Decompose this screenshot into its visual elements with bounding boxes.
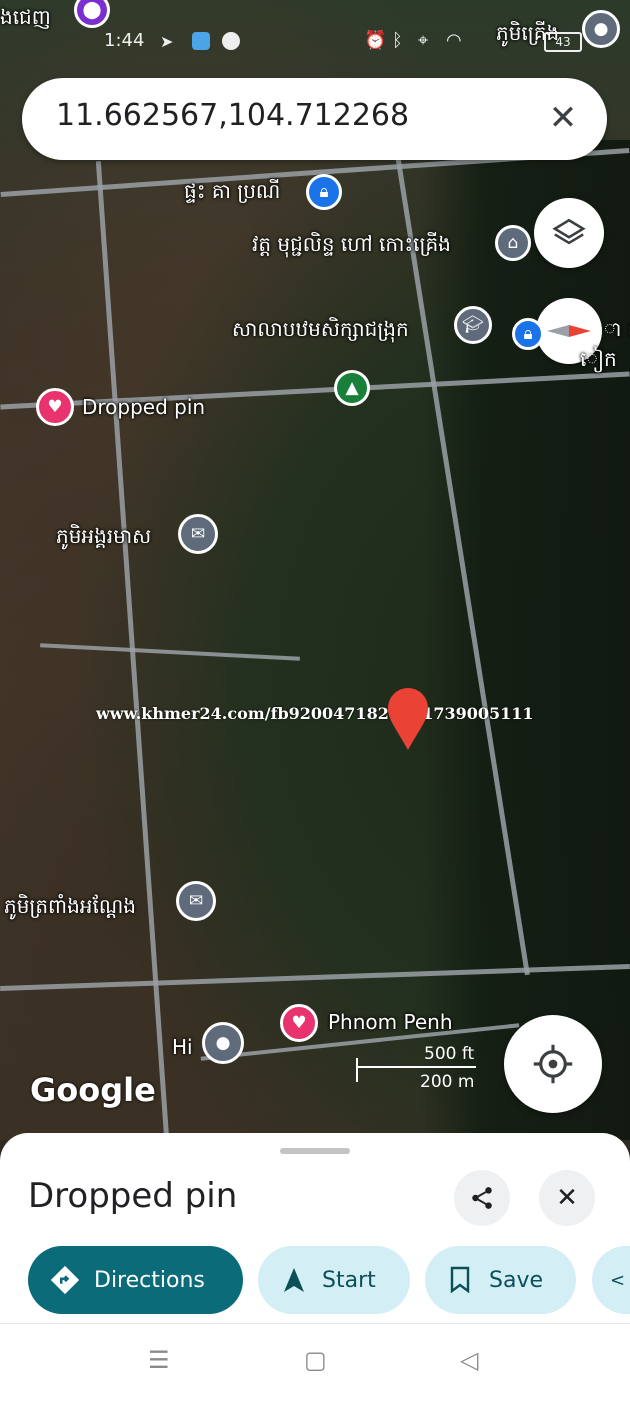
school-icon[interactable]: 🎓︎ (454, 306, 492, 344)
share-icon: < (610, 1269, 626, 1291)
road (40, 643, 300, 661)
clear-search-icon[interactable]: ✕ (541, 96, 585, 140)
search-query[interactable]: 11.662567,104.712268 (56, 98, 409, 133)
place-icon[interactable]: ● (202, 1022, 244, 1064)
wifi-icon: ◠ (446, 30, 462, 51)
save-button[interactable]: Save (425, 1246, 576, 1314)
search-bar[interactable]: 11.662567,104.712268 ✕ (22, 78, 607, 160)
navigation-arrow-icon (284, 1268, 304, 1292)
back-icon[interactable]: ◁ (460, 1346, 478, 1374)
map-label-hi: Hi (172, 1035, 193, 1059)
map-vegetation-area (420, 140, 630, 1140)
bookmark-icon (450, 1266, 470, 1294)
recent-apps-icon[interactable]: ☰ (148, 1346, 170, 1374)
scale-tick (356, 1058, 358, 1082)
location-icon: ⌖ (418, 30, 429, 51)
map-label-school: សាលាបឋមសិក្សាជង្រុក (232, 317, 409, 341)
lock-icon[interactable]: 🔒︎ (512, 318, 544, 350)
map-label-house: ផ្ទះ គា ប្រណី (184, 179, 281, 203)
share-icon (472, 1187, 492, 1209)
share-button[interactable] (454, 1170, 510, 1226)
post-office-icon[interactable]: ✉ (178, 514, 218, 554)
save-label: Save (489, 1267, 544, 1293)
layers-icon (552, 218, 586, 245)
map-label-village-1: ភូមិអង្គរមាស (56, 524, 152, 548)
park-icon[interactable]: ▲ (334, 370, 370, 406)
status-time: 1:44 (104, 30, 145, 51)
compass-icon (547, 325, 591, 337)
my-location-button[interactable] (504, 1015, 602, 1113)
lock-icon[interactable]: 🔒︎ (306, 174, 342, 210)
saved-pin-icon[interactable]: ♥ (36, 388, 74, 426)
status-bar: 1:44 ➤ ⏰ ᛒ ⌖ ◠ 43 (0, 0, 630, 80)
telegram-icon: ➤ (160, 32, 174, 51)
directions-label: Directions (94, 1267, 205, 1293)
start-label: Start (322, 1267, 376, 1293)
scale-line (356, 1066, 476, 1068)
directions-button[interactable]: Directions (28, 1246, 243, 1314)
map-label-saved-pin[interactable]: Dropped pin (82, 395, 205, 419)
directions-icon (50, 1265, 80, 1295)
layers-button[interactable] (534, 198, 604, 268)
app-notification-icon (192, 32, 210, 50)
bluetooth-icon: ᛒ (392, 30, 403, 51)
temple-icon[interactable]: ⌂ (495, 225, 531, 261)
map-label-phnom-penh[interactable]: Phnom Penh (328, 1010, 453, 1034)
close-icon: ✕ (556, 1183, 578, 1213)
google-logo: Google (30, 1071, 156, 1109)
saved-pin-icon[interactable]: ♥ (280, 1004, 318, 1042)
map-label-village-2: ភូមិត្រពាំងអណ្តែង (4, 894, 136, 918)
post-office-icon[interactable]: ✉ (176, 881, 216, 921)
facebook-icon (222, 32, 240, 50)
home-icon[interactable]: ▢ (304, 1346, 327, 1374)
map-label-right-edge: ា ល (604, 317, 630, 341)
sheet-title: Dropped pin (28, 1176, 238, 1216)
sheet-drag-handle[interactable] (280, 1148, 350, 1154)
map-label-right-edge: ៀក (580, 347, 617, 371)
map-view[interactable]: ងជេញ ⬤ ភូមិគ្រើង ● (0, 0, 630, 1140)
scale-feet: 500 ft (424, 1044, 475, 1064)
alarm-icon: ⏰ (364, 30, 387, 51)
battery-level: 43 (555, 35, 571, 49)
battery-icon: 43 (544, 32, 582, 52)
dropped-pin-marker-icon[interactable] (386, 688, 430, 752)
start-button[interactable]: Start (258, 1246, 410, 1314)
close-sheet-button[interactable]: ✕ (539, 1170, 595, 1226)
scale-meters: 200 m (420, 1072, 475, 1092)
watermark-text: www.khmer24.com/fb9200471829971739005111 (96, 704, 534, 723)
map-label-temple: វត្ត មុជ្ជលិន្ទ ហៅ កោះគ្រើង (252, 232, 451, 256)
system-nav-bar: ☰ ▢ ◁ (0, 1323, 630, 1401)
crosshair-icon (533, 1044, 573, 1084)
